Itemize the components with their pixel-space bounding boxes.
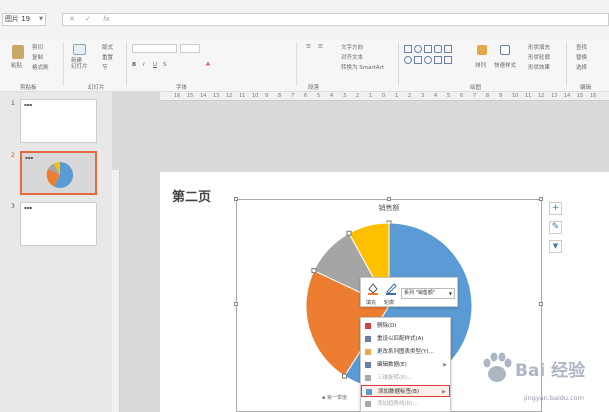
series-select[interactable]: 系列 "销售额" ▼ — [401, 288, 455, 299]
chart-legend[interactable]: ▪ 第一季度 — [322, 394, 347, 401]
menu-item-icon — [365, 349, 371, 355]
context-menu: 删除(D) 重设以匹配样式(A) 更改系列图表类型(Y)... 编辑数据(E) ▶ 三维旋… — [360, 317, 451, 412]
series-select-value: 系列 "销售额" — [404, 290, 436, 296]
outline-icon[interactable] — [385, 281, 397, 295]
context-menu-item[interactable]: 删除(D) — [361, 320, 450, 332]
menu-item-label: 三维旋转(R)... — [377, 375, 413, 381]
fill-button[interactable]: 填充 — [366, 299, 376, 306]
menu-item-label: 添加趋势线(R)... — [377, 401, 418, 407]
menu-item-label: 添加数据标签(B) — [378, 389, 420, 395]
baidu-paw-icon — [483, 352, 512, 382]
chart-elements-button[interactable]: + — [549, 202, 562, 215]
mini-toolbar: 填充 轮廓 系列 "销售额" ▼ — [360, 277, 458, 307]
context-menu-item[interactable]: 重设以匹配样式(A) — [361, 333, 450, 345]
menu-item-label: 删除(D) — [377, 323, 397, 329]
context-menu-item[interactable]: 三维旋转(R)... — [361, 372, 450, 384]
menu-item-icon — [365, 401, 371, 407]
menu-item-label: 编辑数据(E) — [377, 362, 407, 368]
watermark-brand: Bai 经验 — [515, 361, 586, 381]
context-menu-item[interactable]: 添加趋势线(R)... — [361, 398, 450, 410]
context-menu-item[interactable]: 添加数据标签(B) ▶ — [361, 385, 450, 397]
chevron-down-icon[interactable]: ▼ — [449, 289, 452, 298]
menu-item-icon — [366, 389, 372, 395]
menu-item-icon — [365, 362, 371, 368]
context-menu-item[interactable]: 更改系列图表类型(Y)... — [361, 346, 450, 358]
chevron-right-icon: ▶ — [442, 389, 446, 395]
menu-item-label: 重设以匹配样式(A) — [377, 336, 424, 342]
chart-styles-button[interactable]: ✎ — [549, 221, 562, 234]
menu-item-label: 更改系列图表类型(Y)... — [377, 349, 434, 355]
chart-filters-button[interactable]: ▼ — [549, 240, 562, 253]
context-menu-item[interactable]: 编辑数据(E) ▶ — [361, 359, 450, 371]
slice-handle[interactable] — [346, 230, 352, 236]
menu-item-icon — [365, 336, 371, 342]
slice-handle[interactable] — [342, 373, 348, 379]
menu-item-icon — [365, 375, 371, 381]
fill-icon[interactable] — [367, 281, 379, 295]
menu-item-icon — [365, 323, 371, 329]
outline-button[interactable]: 轮廓 — [384, 299, 394, 306]
slice-handle[interactable] — [311, 268, 317, 274]
watermark: Bai 经验 jingyan.baidu.com — [470, 348, 609, 412]
watermark-url: jingyan.baidu.com — [524, 394, 584, 402]
chevron-right-icon: ▶ — [443, 362, 447, 368]
